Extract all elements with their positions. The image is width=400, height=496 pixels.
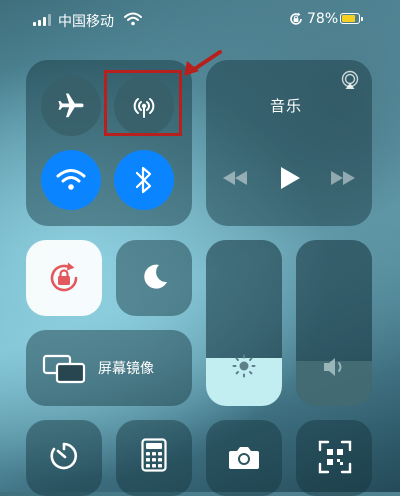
carrier-name: 中国移动	[58, 14, 114, 30]
camera-button[interactable]	[206, 420, 282, 496]
brightness-icon	[232, 354, 256, 378]
screen-mirroring-button[interactable]: 屏幕镜像	[26, 330, 192, 406]
status-bar: 中国移动 78%	[0, 0, 400, 40]
calculator-icon	[141, 438, 167, 472]
screen-mirroring-label: 屏幕镜像	[98, 361, 154, 377]
screen-mirroring-icon	[42, 354, 86, 384]
airplane-mode-button[interactable]	[41, 76, 101, 136]
calculator-button[interactable]	[116, 420, 192, 496]
rotation-lock-icon	[50, 262, 78, 292]
bluetooth-icon	[135, 166, 152, 194]
volume-slider[interactable]	[296, 240, 372, 406]
moon-icon	[144, 264, 167, 289]
next-icon[interactable]	[330, 170, 356, 186]
camera-icon	[229, 447, 259, 469]
play-icon[interactable]	[279, 166, 301, 190]
wifi-button[interactable]	[41, 150, 101, 210]
music-title: 音乐	[270, 97, 303, 115]
brightness-slider[interactable]	[206, 240, 282, 406]
airplay-icon[interactable]	[340, 70, 360, 90]
do-not-disturb-button[interactable]	[116, 240, 192, 316]
bluetooth-button[interactable]	[114, 150, 174, 210]
battery-icon	[340, 13, 363, 24]
wifi-status-icon	[124, 12, 142, 26]
rotation-lock-button[interactable]	[26, 240, 102, 316]
airplane-icon	[58, 93, 84, 118]
qr-scanner-icon	[318, 440, 352, 474]
signal-strength-icon	[33, 14, 53, 26]
timer-button[interactable]	[26, 420, 102, 496]
battery-percentage: 78%	[307, 11, 339, 27]
speaker-icon	[324, 358, 342, 376]
wifi-icon	[56, 169, 86, 190]
qr-scanner-button[interactable]	[296, 420, 372, 496]
previous-icon[interactable]	[222, 170, 248, 186]
battery-level	[342, 15, 355, 22]
timer-icon	[50, 442, 78, 470]
orientation-lock-status-icon	[290, 12, 302, 25]
highlight-box	[104, 70, 182, 136]
